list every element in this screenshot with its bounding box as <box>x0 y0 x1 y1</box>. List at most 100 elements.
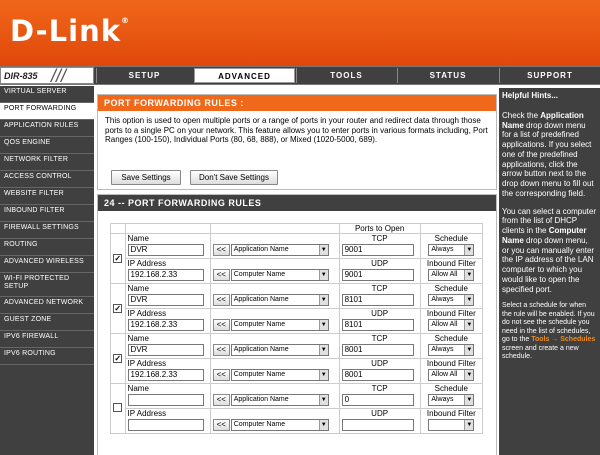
ip-address-input[interactable]: 192.168.2.33 <box>127 269 204 281</box>
sidebar-item-website-filter[interactable]: WEBSITE FILTER <box>0 188 94 205</box>
sidebar-item-firewall-settings[interactable]: FIREWALL SETTINGS <box>0 222 94 239</box>
rule-enable-checkbox[interactable]: ✓ <box>113 254 123 263</box>
table-row: IP Address 192.168.2.33 << Computer Name ▼ UD… <box>111 258 484 284</box>
chevron-down-icon: ▼ <box>464 320 474 330</box>
computer-name-select[interactable]: Computer Name ▼ <box>230 419 329 431</box>
rule-name-input[interactable]: DVR <box>127 244 204 256</box>
rule-enable-checkbox[interactable]: ✓ <box>113 304 123 313</box>
sidebar-item-ipv6-routing[interactable]: IPV6 ROUTING <box>0 348 94 365</box>
udp-ports-input[interactable] <box>341 419 414 431</box>
tcp-ports-input[interactable]: 0 <box>341 394 414 406</box>
dont-save-settings-button[interactable]: Don't Save Settings <box>190 170 278 185</box>
sidebar-item-advanced-wireless[interactable]: ADVANCED WIRELESS <box>0 256 94 273</box>
rule-name-input[interactable]: DVR <box>127 344 204 356</box>
inbound-filter-select[interactable]: Allow All ▼ <box>428 369 475 381</box>
udp-label: UDP <box>371 409 389 418</box>
chevron-down-icon: ▼ <box>318 370 328 380</box>
fill-computer-button[interactable]: << <box>212 269 230 281</box>
tcp-label: TCP <box>371 234 388 243</box>
main-content: PORT FORWARDING RULES : This option is u… <box>97 88 498 455</box>
tab-support[interactable]: SUPPORT <box>499 68 600 83</box>
helpful-hints-panel: Helpful Hints... Check the Application N… <box>499 88 600 455</box>
tools-schedules-link[interactable]: Tools → Schedules <box>531 336 595 343</box>
rule-enable-checkbox[interactable]: ✓ <box>113 354 123 363</box>
hint-computer-name: You can select a computer from the list … <box>502 206 596 294</box>
sidebar-item-guest-zone[interactable]: GUEST ZONE <box>0 314 94 331</box>
sidebar-item-ipv6-firewall[interactable]: IPV6 FIREWALL <box>0 331 94 348</box>
udp-ports-input[interactable]: 8101 <box>341 319 414 331</box>
sidebar-item-access-control[interactable]: ACCESS CONTROL <box>0 171 94 188</box>
model-label: DIR-835 <box>4 71 38 81</box>
tcp-ports-input[interactable]: 8001 <box>341 344 414 356</box>
application-name-select[interactable]: Application Name ▼ <box>230 344 329 356</box>
inbound-filter-select[interactable]: Allow All ▼ <box>428 319 475 331</box>
model-badge: DIR-835 /// <box>0 66 94 86</box>
sidebar-item-virtual-server[interactable]: VIRTUAL SERVER <box>0 86 94 103</box>
rule-name-input[interactable]: DVR <box>127 294 204 306</box>
chevron-down-icon: ▼ <box>464 270 474 280</box>
application-name-select[interactable]: Application Name ▼ <box>230 394 329 406</box>
chevron-down-icon: ▼ <box>464 395 474 405</box>
sidebar-item-wifi-protected-setup[interactable]: WI-FI PROTECTED SETUP <box>0 273 94 297</box>
inbound-filter-label: Inbound Filter <box>426 259 476 268</box>
chevron-down-icon: ▼ <box>318 395 328 405</box>
schedule-select[interactable]: Always ▼ <box>428 244 475 256</box>
udp-label: UDP <box>371 359 389 368</box>
ip-address-input[interactable]: 192.168.2.33 <box>127 319 204 331</box>
sidebar-item-port-forwarding[interactable]: PORT FORWARDING <box>0 103 94 120</box>
sidebar-item-inbound-filter[interactable]: INBOUND FILTER <box>0 205 94 222</box>
chevron-down-icon: ▼ <box>464 420 474 430</box>
sidebar-item-advanced-network[interactable]: ADVANCED NETWORK <box>0 297 94 314</box>
ip-address-input[interactable] <box>127 419 204 431</box>
schedule-label: Schedule <box>434 384 468 393</box>
computer-name-select[interactable]: Computer Name ▼ <box>230 369 329 381</box>
ip-address-label: IP Address <box>127 359 167 368</box>
table-title: 24 -- PORT FORWARDING RULES <box>98 195 496 211</box>
fill-application-button[interactable]: << <box>212 344 230 356</box>
chevron-down-icon: ▼ <box>318 420 328 430</box>
top-nav: DIR-835 /// SETUP ADVANCED TOOLS STATUS … <box>0 66 600 86</box>
fill-application-button[interactable]: << <box>212 244 230 256</box>
tab-advanced[interactable]: ADVANCED <box>194 68 295 83</box>
udp-ports-input[interactable]: 8001 <box>341 369 414 381</box>
schedule-select[interactable]: Always ▼ <box>428 344 475 356</box>
table-row: IP Address << Computer Name ▼ UDP Inbound Fil… <box>111 408 484 434</box>
schedule-label: Schedule <box>434 284 468 293</box>
rule-name-input[interactable] <box>127 394 204 406</box>
sidebar-item-routing[interactable]: ROUTING <box>0 239 94 256</box>
rule-enable-checkbox[interactable] <box>113 403 123 412</box>
table-row: Name << Application Name ▼ TCP 0 Schedule Alway… <box>110 383 484 434</box>
tab-tools[interactable]: TOOLS <box>296 68 396 83</box>
application-name-select[interactable]: Application Name ▼ <box>230 294 329 306</box>
table-row: IP Address 192.168.2.33 << Computer Name ▼ UD… <box>111 358 484 384</box>
fill-application-button[interactable]: << <box>212 294 230 306</box>
name-label: Name <box>127 334 149 343</box>
inbound-filter-select[interactable]: Allow All ▼ <box>428 269 475 281</box>
chevron-down-icon: ▼ <box>318 345 328 355</box>
computer-name-select[interactable]: Computer Name ▼ <box>230 269 329 281</box>
sidebar-item-qos-engine[interactable]: QOS ENGINE <box>0 137 94 154</box>
sidebar-item-application-rules[interactable]: APPLICATION RULES <box>0 120 94 137</box>
table-row: ✓ Name DVR << Application Name ▼ TCP 8101 Schedu… <box>110 283 484 334</box>
fill-application-button[interactable]: << <box>212 394 230 406</box>
fill-computer-button[interactable]: << <box>212 419 230 431</box>
udp-ports-input[interactable]: 9001 <box>341 269 414 281</box>
sidebar-item-network-filter[interactable]: NETWORK FILTER <box>0 154 94 171</box>
tcp-ports-input[interactable]: 9001 <box>341 244 414 256</box>
table-row: ✓ Name DVR << Application Name ▼ TCP 8001 Schedu… <box>110 333 484 384</box>
schedule-select[interactable]: Always ▼ <box>428 394 475 406</box>
fill-computer-button[interactable]: << <box>212 369 230 381</box>
tab-setup[interactable]: SETUP <box>96 68 192 83</box>
chevron-down-icon: ▼ <box>318 245 328 255</box>
application-name-select[interactable]: Application Name ▼ <box>230 244 329 256</box>
hint-application-name: Check the Application Name drop down men… <box>502 110 594 198</box>
schedule-select[interactable]: Always ▼ <box>428 294 475 306</box>
fill-computer-button[interactable]: << <box>212 319 230 331</box>
ip-address-input[interactable]: 192.168.2.33 <box>127 369 204 381</box>
inbound-filter-select[interactable]: ▼ <box>428 419 475 431</box>
computer-name-select[interactable]: Computer Name ▼ <box>230 319 329 331</box>
tab-status[interactable]: STATUS <box>397 68 498 83</box>
tcp-ports-input[interactable]: 8101 <box>341 294 414 306</box>
table-row: ✓ Name DVR << Application Name ▼ TCP 9001 Schedu… <box>110 233 484 284</box>
save-settings-button[interactable]: Save Settings <box>111 170 181 185</box>
